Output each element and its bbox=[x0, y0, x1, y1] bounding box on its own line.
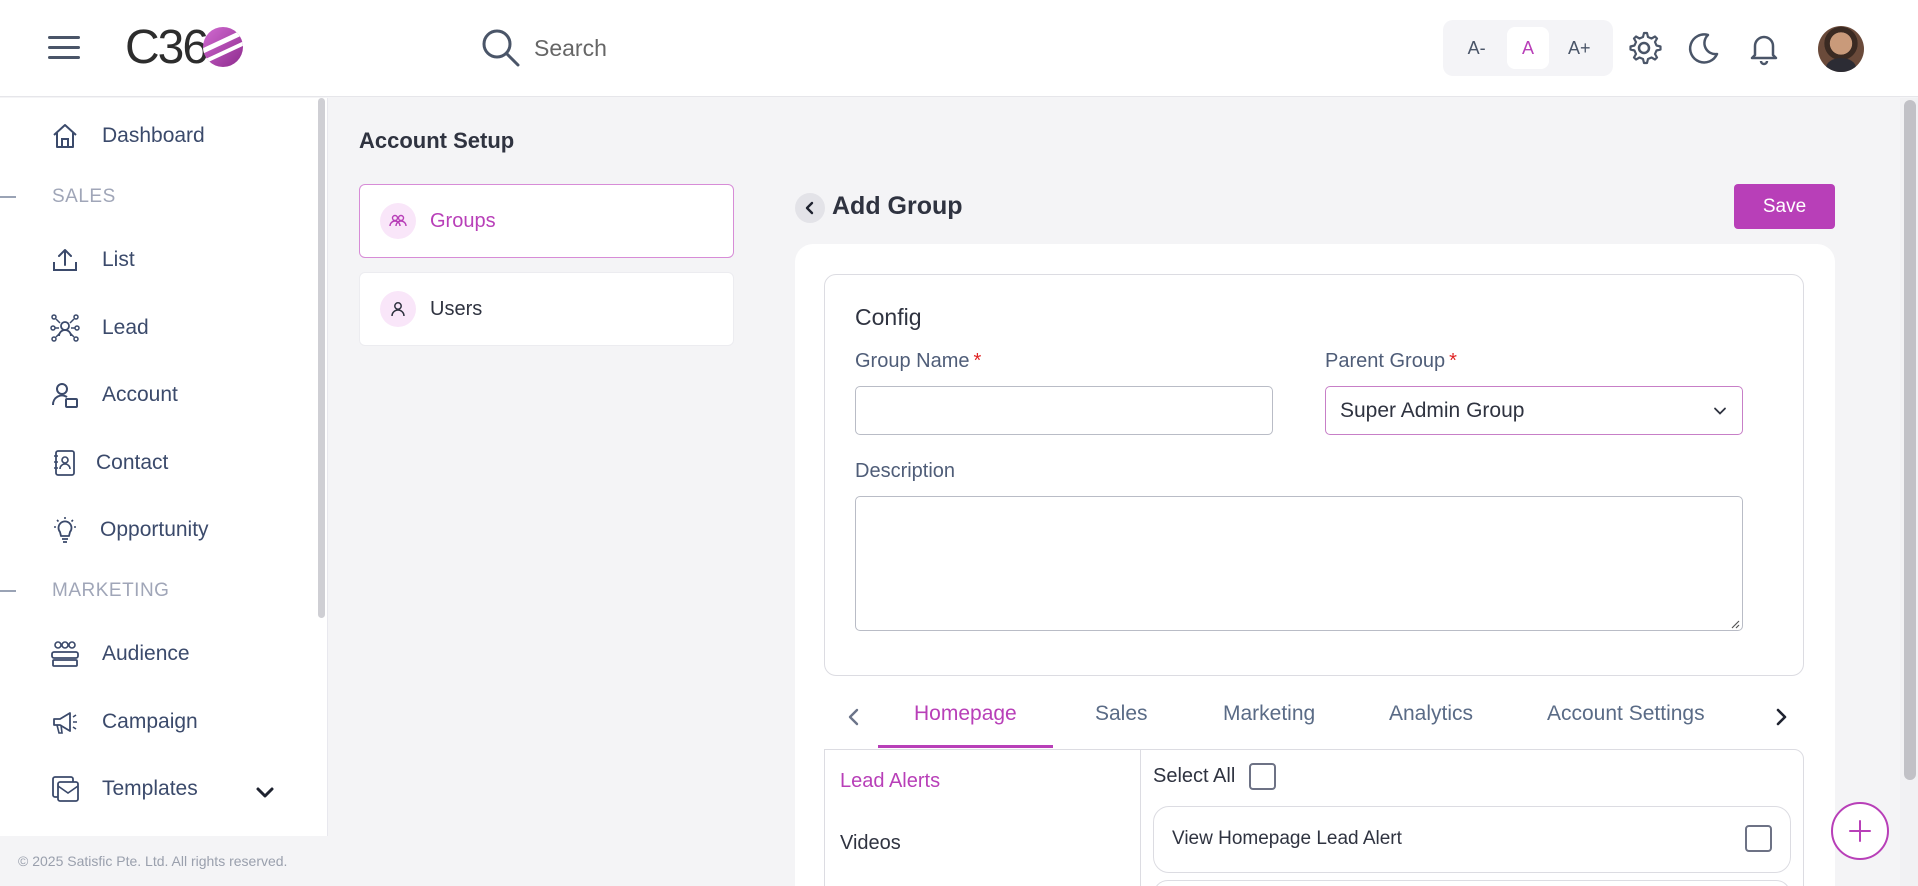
sidebar-item-label: Dashboard bbox=[102, 124, 205, 147]
nav-groups[interactable]: Groups bbox=[359, 184, 734, 258]
sidebar-item-audience[interactable]: Audience bbox=[50, 634, 190, 674]
permissions-divider bbox=[1140, 749, 1141, 886]
active-tab-indicator bbox=[878, 745, 1053, 748]
permission-tabs: Homepage Sales Marketing Analytics Accou… bbox=[824, 689, 1804, 749]
notifications-icon[interactable] bbox=[1746, 30, 1782, 66]
nav-users-label: Users bbox=[430, 297, 483, 320]
required-marker: * bbox=[1449, 350, 1457, 372]
logo-text: C36 bbox=[125, 20, 209, 74]
tab-homepage[interactable]: Homepage bbox=[914, 702, 1017, 726]
font-decrease-button[interactable]: A- bbox=[1456, 27, 1498, 69]
audience-icon bbox=[51, 641, 79, 667]
group-name-input[interactable] bbox=[855, 386, 1273, 435]
sidebar-item-label: Contact bbox=[96, 451, 169, 474]
parent-group-value: Super Admin Group bbox=[1340, 398, 1525, 422]
sidebar-item-templates[interactable]: Templates bbox=[50, 769, 198, 809]
sidebar: Dashboard SALES List Lead Account Contac… bbox=[0, 98, 328, 886]
resize-handle-icon[interactable] bbox=[1730, 619, 1740, 629]
page-scrollbar[interactable] bbox=[1900, 98, 1918, 886]
font-default-button[interactable]: A bbox=[1506, 27, 1549, 69]
templates-icon bbox=[52, 776, 79, 802]
sidebar-item-list[interactable]: List bbox=[50, 240, 135, 280]
permission-checkbox[interactable] bbox=[1745, 825, 1772, 852]
logo-globe-icon bbox=[203, 27, 244, 67]
sidebar-item-label: Account bbox=[102, 383, 178, 406]
upload-icon bbox=[53, 249, 77, 271]
megaphone-icon bbox=[53, 712, 77, 734]
menu-toggle-icon[interactable] bbox=[48, 36, 80, 60]
settings-icon[interactable] bbox=[1626, 30, 1662, 66]
sidebar-item-label: Audience bbox=[102, 642, 190, 665]
contact-icon bbox=[54, 450, 75, 476]
category-videos[interactable]: Videos bbox=[840, 832, 901, 855]
add-fab-button[interactable] bbox=[1831, 802, 1889, 860]
section-label: SALES bbox=[52, 186, 116, 207]
dark-mode-icon[interactable] bbox=[1686, 30, 1722, 66]
account-icon bbox=[52, 383, 78, 408]
sidebar-item-label: Lead bbox=[102, 316, 149, 339]
top-header: C36 A- A A+ bbox=[0, 0, 1918, 97]
global-search[interactable] bbox=[480, 26, 834, 70]
search-icon bbox=[482, 29, 520, 67]
chevron-down-icon[interactable] bbox=[254, 782, 276, 804]
nav-users[interactable]: Users bbox=[359, 272, 734, 346]
description-input[interactable] bbox=[855, 496, 1743, 631]
app-logo[interactable]: C36 bbox=[125, 20, 244, 74]
tab-marketing[interactable]: Marketing bbox=[1223, 702, 1315, 726]
bulb-icon bbox=[54, 517, 76, 543]
chevron-left-icon bbox=[805, 201, 814, 215]
tab-sales[interactable]: Sales bbox=[1095, 702, 1148, 726]
chevron-down-icon bbox=[1714, 407, 1726, 415]
permission-row-label: View Homepage Lead Alert bbox=[1172, 828, 1402, 849]
user-icon bbox=[380, 291, 416, 327]
parent-group-label-text: Parent Group bbox=[1325, 350, 1446, 372]
description-label: Description bbox=[855, 460, 956, 482]
tab-analytics[interactable]: Analytics bbox=[1389, 702, 1473, 726]
user-avatar[interactable] bbox=[1818, 26, 1864, 72]
chevron-right-icon[interactable] bbox=[1767, 703, 1795, 731]
required-marker: * bbox=[973, 350, 982, 372]
copyright-footer: © 2025 Satisfic Pte. Ltd. All rights res… bbox=[0, 836, 328, 886]
sidebar-item-opportunity[interactable]: Opportunity bbox=[50, 510, 209, 550]
chevron-left-icon[interactable] bbox=[840, 703, 868, 731]
section-label: MARKETING bbox=[52, 580, 170, 601]
group-name-label-text: Group Name bbox=[855, 350, 970, 372]
network-icon bbox=[50, 314, 80, 342]
sidebar-item-contact[interactable]: Contact bbox=[50, 443, 168, 483]
select-all-label: Select All bbox=[1153, 765, 1236, 787]
sidebar-item-account[interactable]: Account bbox=[50, 375, 178, 415]
select-all-checkbox[interactable] bbox=[1249, 763, 1276, 790]
sidebar-item-label: List bbox=[102, 248, 135, 271]
tab-account-settings[interactable]: Account Settings bbox=[1547, 702, 1705, 726]
sidebar-item-dashboard[interactable]: Dashboard bbox=[50, 116, 205, 156]
sidebar-section-sales: SALES bbox=[0, 186, 116, 208]
parent-group-label: Parent Group * bbox=[1325, 350, 1457, 373]
parent-group-select[interactable]: Super Admin Group bbox=[1325, 386, 1743, 435]
group-name-label: Group Name * bbox=[855, 350, 981, 373]
back-button[interactable] bbox=[795, 193, 825, 223]
category-lead-alerts[interactable]: Lead Alerts bbox=[840, 770, 940, 793]
nav-groups-label: Groups bbox=[430, 209, 496, 232]
sidebar-item-lead[interactable]: Lead bbox=[50, 308, 149, 348]
page-title: Account Setup bbox=[359, 128, 515, 153]
config-title: Config bbox=[855, 304, 922, 330]
save-button[interactable]: Save bbox=[1734, 184, 1835, 229]
sidebar-section-marketing: MARKETING bbox=[0, 580, 169, 602]
form-title: Add Group bbox=[832, 192, 963, 220]
font-size-switcher: A- A A+ bbox=[1443, 20, 1613, 76]
sidebar-item-label: Opportunity bbox=[100, 518, 209, 541]
permission-row bbox=[1153, 880, 1791, 886]
font-increase-button[interactable]: A+ bbox=[1558, 27, 1600, 69]
home-icon bbox=[53, 124, 77, 148]
sidebar-scrollbar[interactable] bbox=[318, 98, 325, 618]
sidebar-item-label: Templates bbox=[102, 777, 198, 800]
plus-icon bbox=[1849, 820, 1871, 842]
search-input[interactable] bbox=[534, 34, 834, 62]
groups-icon bbox=[380, 203, 416, 239]
page-scrollbar-thumb[interactable] bbox=[1904, 100, 1916, 780]
sidebar-item-label: Campaign bbox=[102, 710, 198, 733]
sidebar-item-campaign[interactable]: Campaign bbox=[50, 702, 198, 742]
